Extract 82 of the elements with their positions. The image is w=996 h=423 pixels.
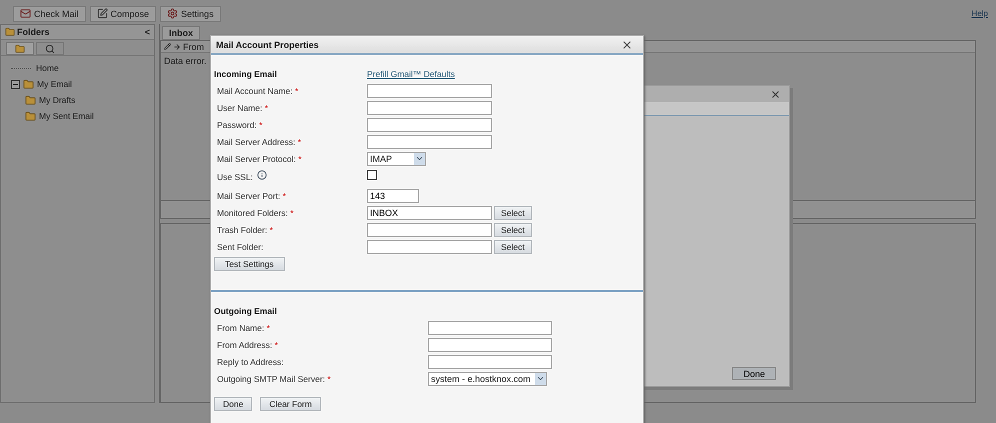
field-label: Mail Account Name: (217, 86, 293, 96)
required-marker: * (294, 86, 298, 96)
folder-icon (15, 44, 25, 54)
info-icon[interactable] (257, 170, 267, 180)
required-marker: * (258, 120, 262, 130)
mail-icon (20, 8, 31, 19)
field-label: Mail Server Protocol: (217, 154, 296, 164)
column-header[interactable]: From (183, 42, 204, 52)
gear-icon (167, 8, 178, 19)
field-label: Outgoing SMTP Mail Server: (217, 374, 326, 384)
required-marker: * (264, 102, 268, 112)
required-marker: * (296, 136, 302, 146)
field-label: Sent Folder: (217, 242, 264, 252)
panel-tab[interactable] (6, 42, 34, 55)
select-button[interactable]: Select (494, 240, 532, 254)
field-label: From Name: (217, 322, 264, 332)
section-heading: Incoming Email (214, 68, 278, 78)
arrow-icon (173, 42, 181, 50)
folder-tree-item[interactable]: Home (36, 63, 59, 73)
folder-icon (25, 110, 36, 122)
panel-title: Folders (17, 27, 50, 37)
caret-icon (536, 374, 545, 383)
required-marker: * (289, 208, 294, 218)
input-field[interactable] (367, 222, 492, 236)
field-label: Use SSL: (217, 172, 253, 182)
field-label: Mail Server Address: (217, 136, 296, 146)
done-button[interactable]: Done (732, 367, 776, 380)
dialog-title: Mail Account Properties (216, 40, 319, 50)
required-marker: * (282, 190, 286, 200)
required-marker: * (274, 340, 278, 350)
field-label: Trash Folder: (217, 224, 268, 234)
form-button[interactable]: Clear Form (260, 397, 321, 411)
close-icon[interactable] (621, 38, 633, 50)
required-marker: * (266, 322, 270, 332)
input-field[interactable] (367, 84, 492, 98)
dropdown[interactable]: IMAP (367, 152, 426, 166)
folder-tree-item[interactable]: My Drafts (39, 95, 76, 105)
folder-icon (5, 27, 15, 37)
checkbox[interactable] (367, 170, 377, 180)
form-button[interactable]: Done (214, 397, 252, 411)
select-button[interactable]: Select (494, 222, 532, 236)
test-settings-button[interactable]: Test Settings (214, 256, 285, 270)
search-icon (45, 44, 55, 54)
input-field[interactable] (428, 354, 552, 368)
required-marker: * (268, 224, 273, 234)
input-field[interactable]: INBOX (367, 206, 492, 220)
pencil-icon (164, 43, 171, 50)
field-label: User Name: (217, 102, 262, 112)
collapse-button[interactable]: < (144, 27, 150, 37)
input-field[interactable] (367, 134, 492, 148)
input-field[interactable] (428, 338, 552, 352)
input-field[interactable] (367, 240, 492, 254)
field-label: From Address: (217, 340, 272, 350)
collapse-toggle-icon[interactable] (11, 80, 20, 88)
select-button[interactable]: Select (494, 206, 532, 220)
input-field[interactable] (367, 100, 492, 114)
folder-icon (25, 94, 36, 106)
required-marker: * (326, 374, 331, 384)
close-icon[interactable] (770, 88, 781, 100)
section-heading: Outgoing Email (214, 306, 278, 316)
folder-tree-item[interactable]: My Sent Email (39, 111, 94, 121)
toolbar-button[interactable]: Settings (160, 6, 221, 22)
field-label: Monitored Folders: (217, 208, 288, 218)
toolbar-button[interactable]: Compose (90, 6, 156, 22)
pencil-icon (96, 8, 108, 19)
required-marker: * (297, 154, 302, 164)
field-label: Password: (217, 120, 257, 130)
caret-icon (415, 154, 424, 163)
help-link[interactable]: Help (972, 9, 988, 18)
input-field[interactable] (428, 320, 552, 334)
panel-tab[interactable] (36, 42, 64, 55)
folder-icon (23, 78, 34, 90)
field-label: Reply to Address: (217, 356, 284, 366)
input-field[interactable]: 143 (367, 188, 419, 202)
folder-tree-item[interactable]: My Email (37, 79, 72, 89)
inbox-tab[interactable]: Inbox (162, 26, 200, 40)
dropdown[interactable]: system - e.hostknox.com (428, 372, 547, 386)
error-message: Data error. (163, 55, 208, 68)
field-label: Mail Server Port: (217, 190, 280, 200)
prefill-link[interactable]: Prefill Gmail™ Defaults (367, 68, 455, 78)
input-field[interactable] (367, 118, 492, 132)
toolbar-button[interactable]: Check Mail (13, 6, 86, 22)
